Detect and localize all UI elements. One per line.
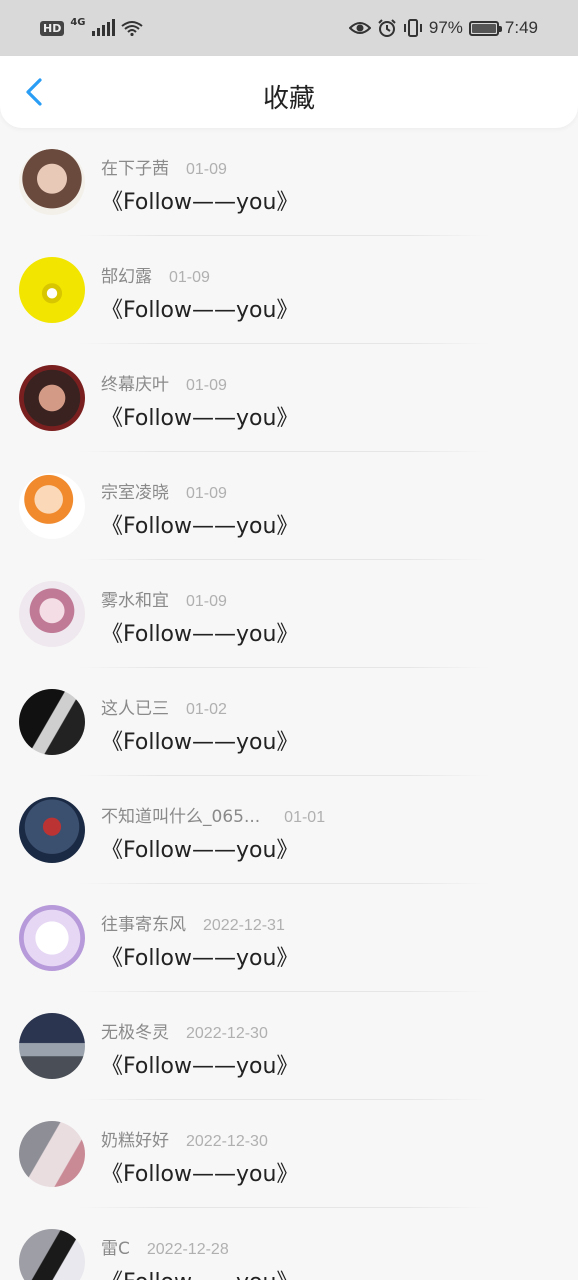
item-title[interactable]: 《Follow——you》 <box>101 1048 298 1080</box>
user-name[interactable]: 雷C <box>101 1234 130 1259</box>
network-type: 4G <box>70 16 86 28</box>
top-bar: 收藏 <box>0 56 578 128</box>
avatar[interactable] <box>19 365 85 431</box>
user-name[interactable]: 宗室凌晓 <box>101 478 169 503</box>
wifi-icon <box>120 21 143 36</box>
avatar[interactable] <box>19 149 85 215</box>
date: 01-09 <box>186 377 227 394</box>
signal-icon <box>91 19 115 36</box>
battery-icon <box>468 20 502 36</box>
page-title: 收藏 <box>262 84 315 114</box>
date: 2022-12-30 <box>186 1133 268 1150</box>
date: 01-02 <box>186 701 227 718</box>
user-name[interactable]: 奶糕好好 <box>101 1126 169 1151</box>
list-item[interactable]: 郜幻露 01-09 《Follow——you》 <box>0 236 578 344</box>
favorites-list: 在下子茜 01-09 《Follow——you》 郜幻露 01-09 《Follow… <box>0 128 578 1280</box>
list-item[interactable]: 不知道叫什么_065... 01-01 《Follow——you》 <box>0 776 578 884</box>
list-item[interactable]: 往事寄东风 2022-12-31 《Follow——you》 <box>0 884 578 992</box>
item-title[interactable]: 《Follow——you》 <box>101 1264 298 1280</box>
avatar[interactable] <box>19 473 85 539</box>
avatar[interactable] <box>19 797 85 863</box>
date: 2022-12-31 <box>203 917 285 934</box>
hd-badge: HD <box>40 20 65 36</box>
status-right: 97% 7:49 <box>348 18 538 38</box>
user-name[interactable]: 无极冬灵 <box>101 1018 169 1043</box>
list-item[interactable]: 奶糕好好 2022-12-30 《Follow——you》 <box>0 1100 578 1208</box>
item-title[interactable]: 《Follow——you》 <box>101 832 298 864</box>
avatar[interactable] <box>19 257 85 323</box>
date: 01-09 <box>169 269 210 286</box>
item-title[interactable]: 《Follow——you》 <box>101 292 298 324</box>
user-name[interactable]: 在下子茜 <box>101 154 169 179</box>
avatar[interactable] <box>19 581 85 647</box>
list-item[interactable]: 宗室凌晓 01-09 《Follow——you》 <box>0 452 578 560</box>
list-item[interactable]: 终幕庆叶 01-09 《Follow——you》 <box>0 344 578 452</box>
user-name[interactable]: 不知道叫什么_065... <box>101 802 260 827</box>
user-name[interactable]: 终幕庆叶 <box>101 370 169 395</box>
user-name[interactable]: 雾水和宜 <box>101 586 169 611</box>
item-title[interactable]: 《Follow——you》 <box>101 400 298 432</box>
list-item[interactable]: 在下子茜 01-09 《Follow——you》 <box>0 128 578 236</box>
avatar[interactable] <box>19 1121 85 1187</box>
avatar[interactable] <box>19 1229 85 1280</box>
list-item[interactable]: 雷C 2022-12-28 《Follow——you》 <box>0 1208 578 1280</box>
avatar[interactable] <box>19 1013 85 1079</box>
date: 2022-12-28 <box>146 1241 229 1258</box>
item-title[interactable]: 《Follow——you》 <box>101 940 298 972</box>
battery-percent: 97% <box>428 18 463 37</box>
user-name[interactable]: 郜幻露 <box>101 262 152 287</box>
item-title[interactable]: 《Follow——you》 <box>101 508 298 540</box>
eye-icon <box>348 22 371 34</box>
vibrate-icon <box>403 19 422 37</box>
item-title[interactable]: 《Follow——you》 <box>101 616 298 648</box>
date: 2022-12-30 <box>186 1025 268 1042</box>
item-title[interactable]: 《Follow——you》 <box>101 1156 298 1188</box>
alarm-icon <box>378 19 396 37</box>
user-name[interactable]: 往事寄东风 <box>101 910 186 935</box>
date: 01-01 <box>284 809 326 826</box>
date: 01-09 <box>186 593 227 610</box>
list-item[interactable]: 这人已三 01-02 《Follow——you》 <box>0 668 578 776</box>
list-item[interactable]: 雾水和宜 01-09 《Follow——you》 <box>0 560 578 668</box>
item-title[interactable]: 《Follow——you》 <box>101 184 298 216</box>
status-bar: HD 4G 97% 7:49 <box>0 0 578 56</box>
avatar[interactable] <box>19 689 85 755</box>
date: 01-09 <box>186 485 227 502</box>
user-name[interactable]: 这人已三 <box>101 694 169 719</box>
avatar[interactable] <box>19 905 85 971</box>
item-title[interactable]: 《Follow——you》 <box>101 724 298 756</box>
list-item[interactable]: 无极冬灵 2022-12-30 《Follow——you》 <box>0 992 578 1100</box>
status-left: HD 4G <box>40 16 143 36</box>
clock: 7:49 <box>504 18 538 37</box>
date: 01-09 <box>186 161 227 178</box>
